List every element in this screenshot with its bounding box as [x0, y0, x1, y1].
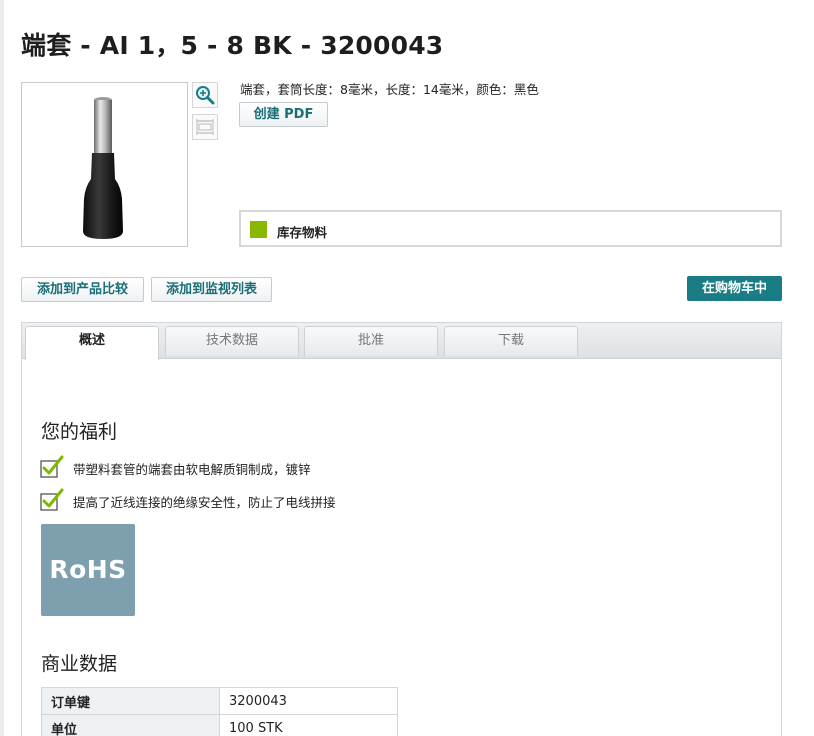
zoom-button[interactable] — [192, 82, 218, 108]
product-tab-panel: 概述 技术数据 批准 下载 您的福利 带塑料套管的端套由软电解质铜制成，镀锌 提… — [21, 322, 782, 736]
add-to-cart-button[interactable]: 在购物车中 — [687, 276, 782, 301]
commercial-data-table: 订单键 3200043 单位 100 STK — [41, 687, 398, 736]
add-to-compare-button[interactable]: 添加到产品比较 — [21, 277, 144, 302]
benefit-item: 带塑料套管的端套由软电解质铜制成，镀锌 — [73, 462, 311, 477]
tab-bar: 概述 技术数据 批准 下载 — [22, 323, 781, 360]
dimension-drawing-button[interactable] — [192, 114, 218, 140]
table-row: 单位 100 STK — [41, 714, 398, 736]
checkmark-icon — [40, 488, 64, 511]
tab-downloads[interactable]: 下载 — [444, 326, 578, 356]
commercial-data-heading: 商业数据 — [41, 653, 118, 675]
table-value-cell: 100 STK — [219, 714, 398, 736]
table-key-cell: 订单键 — [41, 687, 220, 715]
tab-approvals[interactable]: 批准 — [304, 326, 438, 356]
ferrule-illustration — [83, 97, 123, 239]
add-to-watchlist-button[interactable]: 添加到监视列表 — [151, 277, 272, 302]
table-row: 订单键 3200043 — [41, 687, 398, 715]
tab-technical-data[interactable]: 技术数据 — [165, 326, 299, 356]
checkmark-icon — [40, 455, 64, 478]
rohs-logo: RoHS — [41, 524, 135, 616]
stock-status-box: 库存物料 — [239, 210, 782, 247]
product-description: 端套，套筒长度：8毫米，长度：14毫米，颜色：黑色 — [240, 82, 539, 97]
create-pdf-button[interactable]: 创建 PDF — [239, 102, 328, 127]
page-title: 端套 - AI 1，5 - 8 BK - 3200043 — [21, 31, 444, 60]
left-edge-rule — [0, 0, 4, 736]
dimension-drawing-icon — [196, 119, 214, 135]
benefit-item: 提高了近线连接的绝缘安全性，防止了电线拼接 — [73, 495, 336, 510]
stock-indicator-icon — [250, 221, 267, 238]
tab-overview[interactable]: 概述 — [25, 326, 159, 360]
table-value-cell: 3200043 — [219, 687, 398, 715]
zoom-in-icon — [196, 86, 215, 105]
product-image[interactable] — [21, 82, 188, 247]
table-key-cell: 单位 — [41, 714, 220, 736]
benefits-heading: 您的福利 — [41, 421, 118, 443]
stock-status-label: 库存物料 — [277, 225, 328, 240]
